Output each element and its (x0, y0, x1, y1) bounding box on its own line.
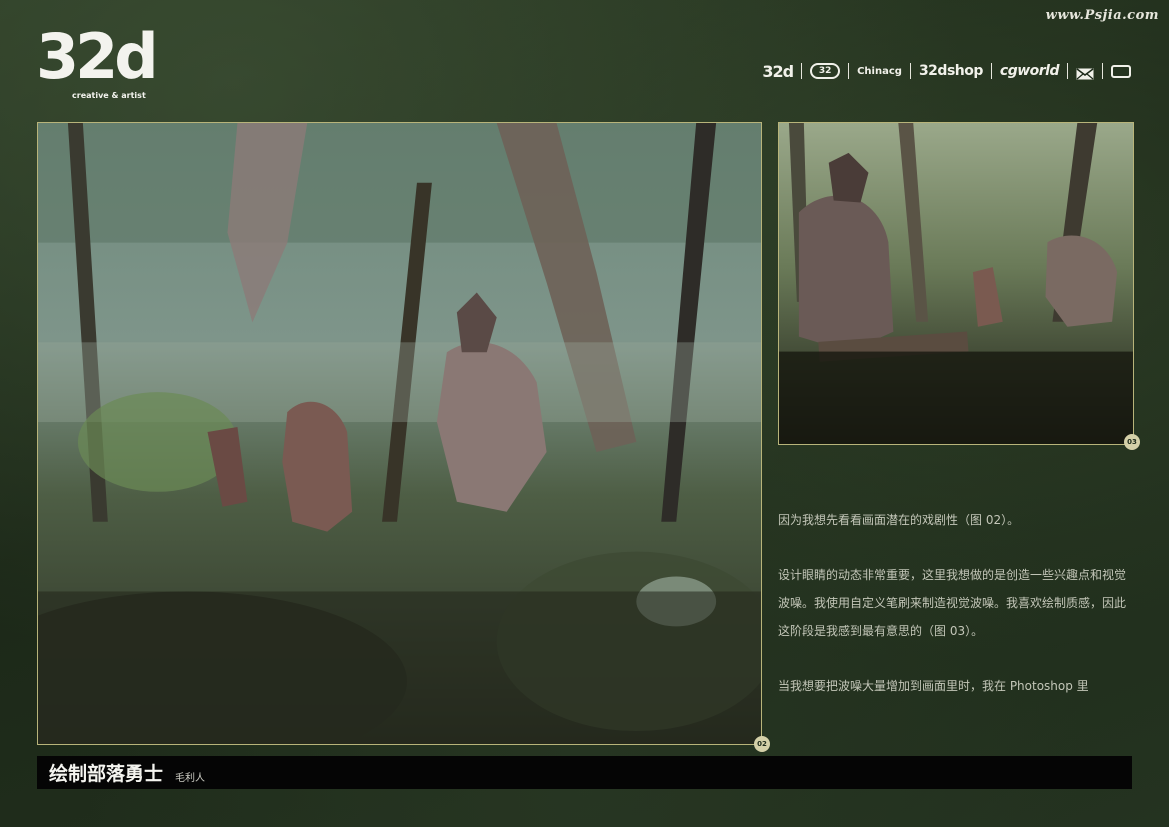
brand-32d[interactable]: 32d (754, 61, 801, 81)
logo-tagline: creative & artist (72, 91, 146, 100)
article-author: 毛利人 (175, 773, 206, 784)
paragraph: 因为我想先看看画面潜在的戏剧性（图 02）。 (778, 513, 1020, 527)
logo-32d[interactable]: 32d creative & artist (36, 26, 159, 104)
divider (1067, 63, 1068, 79)
brand-32d-circle-icon[interactable]: 32 (810, 63, 841, 79)
article-title: 绘制部落勇士 (49, 763, 164, 785)
figure-02-jungle-painting (37, 122, 762, 745)
divider (801, 63, 803, 79)
logo-text: 32d (36, 20, 159, 93)
divider (1102, 63, 1103, 79)
paragraph: 当我想要把波噪大量增加到画面里时，我在 Photoshop 里 (778, 679, 1089, 693)
brand-chinacg[interactable]: Chinacg (849, 61, 910, 81)
fullscreen-icon[interactable] (1111, 64, 1131, 78)
brand-cgworld[interactable]: cgworld (992, 61, 1067, 81)
figure-number-badge: 03 (1124, 434, 1140, 450)
watermark: www.Psjia.com (1045, 8, 1159, 23)
article-title-bar: 绘制部落勇士 毛利人 (37, 756, 1132, 789)
brand-32dshop[interactable]: 32dshop (911, 61, 991, 81)
brand-bar: 32d 32 Chinacg 32dshop cgworld (754, 61, 1139, 81)
paragraph: 设计眼睛的动态非常重要，这里我想做的是创造一些兴趣点和视觉波噪。我使用自定义笔刷… (778, 568, 1127, 638)
figure-03-jungle-painting (778, 122, 1134, 445)
article-text: 因为我想先看看画面潜在的戏剧性（图 02）。 设计眼睛的动态非常重要，这里我想做… (778, 506, 1134, 727)
mail-icon[interactable] (1076, 65, 1094, 80)
figure-number-badge: 02 (754, 736, 770, 752)
